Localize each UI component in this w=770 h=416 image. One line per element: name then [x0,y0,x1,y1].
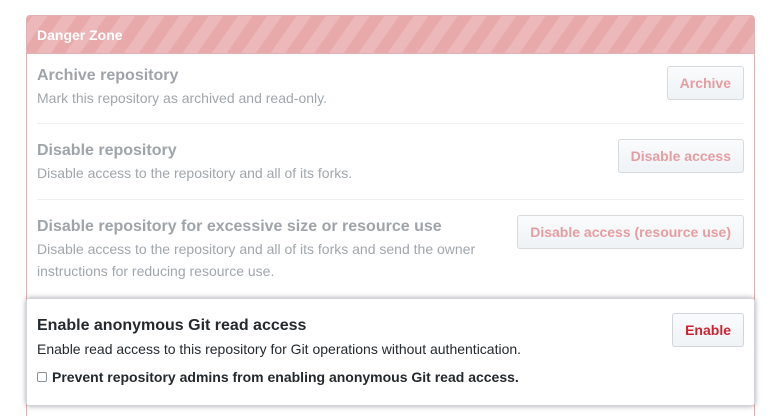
prevent-admins-checkbox-label: Prevent repository admins from enabling … [52,369,519,385]
disable-resource-use-row: Disable repository for excessive size or… [37,200,744,298]
prevent-admins-checkbox-line[interactable]: Prevent repository admins from enabling … [37,369,519,385]
disable-access-button[interactable]: Disable access [617,139,744,173]
archive-button[interactable]: Archive [666,66,744,100]
disable-repository-row: Disable repository Disable access to the… [37,124,744,200]
anonymous-git-access-description: Enable read access to this repository fo… [37,341,522,357]
archive-repository-title: Archive repository [37,67,179,84]
anonymous-git-access-title: Enable anonymous Git read access [37,317,307,334]
disable-resource-use-description-line2: instructions for reducing resource use. [37,263,275,279]
prevent-admins-checkbox[interactable] [37,372,47,382]
disable-resource-use-description-line1: Disable access to the repository and all… [37,241,476,257]
archive-repository-description: Mark this repository as archived and rea… [37,90,327,106]
danger-zone-header: Danger Zone [27,16,754,54]
danger-zone-title: Danger Zone [37,26,123,43]
disable-access-resource-use-button[interactable]: Disable access (resource use) [517,215,744,249]
anonymous-git-access-box: Enable anonymous Git read access Enable … [26,298,755,406]
enable-anonymous-access-button[interactable]: Enable [672,313,744,347]
archive-repository-row: Archive repository Mark this repository … [37,66,744,124]
